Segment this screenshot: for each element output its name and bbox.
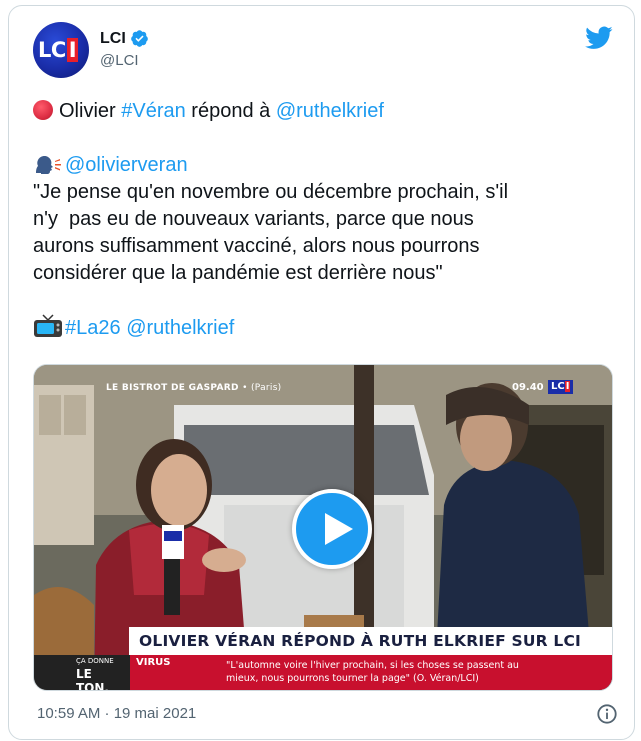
speaking-head-icon (36, 156, 61, 174)
display-name[interactable]: LCI (100, 30, 126, 48)
hashtag-veran[interactable]: #Véran (121, 100, 186, 122)
red-circle-icon (33, 100, 53, 120)
twitter-bird-icon[interactable] (585, 26, 613, 50)
text-repond: répond à (185, 100, 276, 122)
television-icon (34, 314, 62, 337)
tweet-timestamp[interactable]: 10:59 AM · 19 mai 2021 (37, 705, 196, 722)
mention-ruthelkrief-2[interactable]: @ruthelkrief (126, 317, 234, 339)
text-olivier: Olivier (59, 100, 122, 122)
location-name: LE BISTROT DE GASPARD (106, 383, 239, 393)
handle[interactable]: @LCI (100, 52, 139, 69)
video-player[interactable]: LE BISTROT DE GASPARD • (Paris) 09.40 LC… (33, 364, 613, 691)
avatar[interactable]: LC I (33, 22, 89, 78)
show-logo-big: LE TON. (76, 667, 109, 691)
name-row[interactable]: LCI (100, 29, 149, 48)
lci-channel-logo: LCI (548, 380, 574, 394)
broadcast-time: 09.40 (512, 382, 544, 393)
location-label: LE BISTROT DE GASPARD • (Paris) (106, 383, 282, 393)
news-banner: OLIVIER VÉRAN RÉPOND À RUTH ELKRIEF SUR … (129, 627, 612, 655)
quote-line-2: n'y pas eu de nouveaux variants, parce q… (33, 208, 474, 230)
quote-line-3: aurons suffisamment vacciné, alors nous … (33, 235, 480, 257)
info-icon[interactable] (596, 703, 618, 725)
category-label: VIRUS (130, 655, 220, 690)
mention-olivierveran[interactable]: @olivierveran (65, 154, 188, 176)
tweet-line-1: Olivier #Véran répond à @ruthelkrief (33, 98, 613, 125)
hashtag-la26[interactable]: #La26 (65, 317, 121, 339)
tweet-text: Olivier #Véran répond à @ruthelkrief @ol… (33, 98, 613, 341)
play-icon[interactable] (292, 489, 372, 569)
mention-ruthelkrief[interactable]: @ruthelkrief (276, 100, 384, 122)
ticker-line-1: "L'automne voire l'hiver prochain, si le… (226, 660, 519, 671)
ticker-quote: "L'automne voire l'hiver prochain, si le… (220, 655, 612, 690)
location-sub: • (Paris) (242, 383, 282, 393)
tweet-line-2: @olivierveran (33, 152, 613, 179)
avatar-logo: LC I (38, 38, 79, 62)
quote-line-4: considérer que la pandémie est derrière … (33, 262, 443, 284)
tweet-card[interactable]: LC I LCI @LCI Olivier #Véran répond à @ru… (8, 5, 635, 740)
tweet-line-last: #La26 @ruthelkrief (33, 314, 613, 341)
verified-badge-icon (130, 30, 148, 47)
show-logo-small: ÇA DONNE (76, 657, 114, 665)
tweet-header: LC I LCI @LCI (33, 22, 613, 78)
quote-line-1: "Je pense qu'en novembre ou décembre pro… (33, 181, 509, 203)
show-logo: ÇA DONNE LE TON. (72, 655, 128, 691)
ticker-line-2: mieux, nous pourrons tourner la page" (O… (226, 673, 479, 684)
